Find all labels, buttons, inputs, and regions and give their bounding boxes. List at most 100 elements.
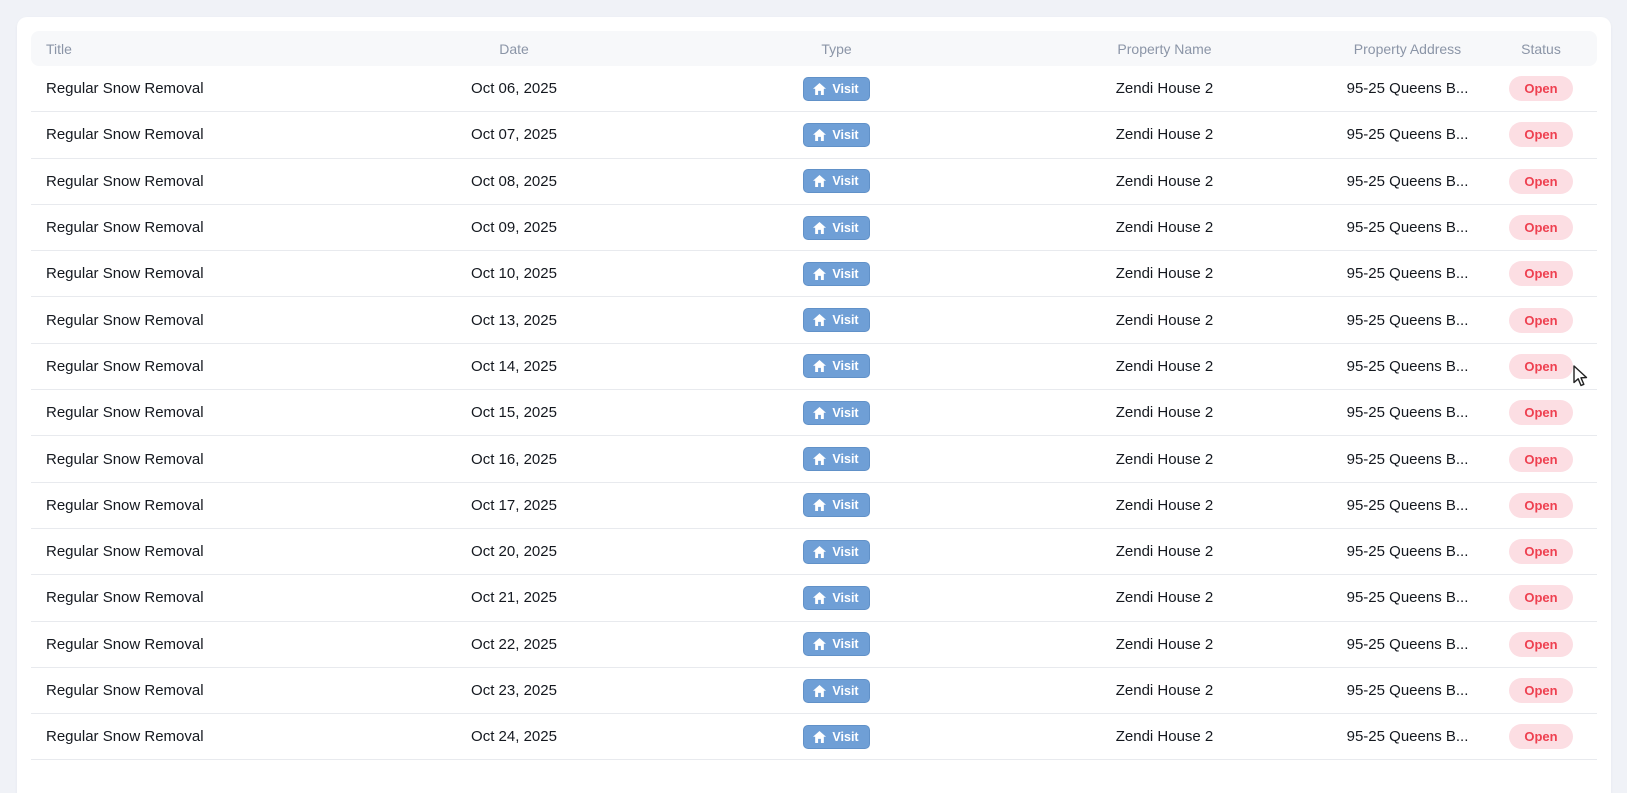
table-row[interactable]: Regular Snow Removal Oct 15, 2025 Visit …	[31, 390, 1597, 437]
cell-title: Regular Snow Removal	[46, 635, 204, 653]
cell-property-address: 95-25 Queens B...	[1346, 450, 1469, 468]
cell-date: Oct 09, 2025	[471, 219, 557, 237]
cell-title: Regular Snow Removal	[46, 728, 204, 746]
visits-table-card: Title Date Type Property Name Property A…	[17, 17, 1611, 793]
cell-property-name: Zendi House 2	[1115, 404, 1214, 422]
cell-property-name: Zendi House 2	[1115, 265, 1214, 283]
table-row[interactable]: Regular Snow Removal Oct 07, 2025 Visit …	[31, 112, 1597, 159]
cell-status: Open	[1485, 492, 1597, 518]
cell-status: Open	[1485, 353, 1597, 379]
page: Title Date Type Property Name Property A…	[0, 0, 1627, 793]
cell-property-name: Zendi House 2	[1115, 219, 1214, 237]
cell-property-name: Zendi House 2	[1115, 589, 1214, 607]
cell-type: Visit	[674, 539, 999, 564]
cell-property-name: Zendi House 2	[1115, 450, 1214, 468]
cell-property-address: 95-25 Queens B...	[1346, 357, 1469, 375]
table-row[interactable]: Regular Snow Removal Oct 06, 2025 Visit …	[31, 66, 1597, 113]
visit-badge-label: Visit	[832, 683, 859, 698]
cell-title: Regular Snow Removal	[46, 126, 204, 144]
visit-badge-label: Visit	[832, 266, 859, 281]
visit-type-badge: Visit	[803, 400, 870, 425]
cell-title: Regular Snow Removal	[46, 450, 204, 468]
cell-title: Regular Snow Removal	[46, 80, 204, 98]
cell-status: Open	[1485, 76, 1597, 102]
cell-type: Visit	[674, 400, 999, 425]
table-row[interactable]: Regular Snow Removal Oct 21, 2025 Visit …	[31, 575, 1597, 622]
visit-badge-label: Visit	[832, 637, 859, 652]
column-header-title: Title	[46, 40, 72, 57]
table-row[interactable]: Regular Snow Removal Oct 16, 2025 Visit …	[31, 436, 1597, 483]
cell-title: Regular Snow Removal	[46, 219, 204, 237]
home-icon	[813, 128, 827, 141]
table-row[interactable]: Regular Snow Removal Oct 13, 2025 Visit …	[31, 297, 1597, 344]
table-row[interactable]: Regular Snow Removal Oct 24, 2025 Visit …	[31, 714, 1597, 761]
cell-type: Visit	[674, 215, 999, 240]
cell-status: Open	[1485, 724, 1597, 750]
visit-type-badge: Visit	[803, 215, 870, 240]
table-row[interactable]: Regular Snow Removal Oct 20, 2025 Visit …	[31, 529, 1597, 576]
visit-type-badge: Visit	[803, 261, 870, 286]
column-header-status: Status	[1521, 40, 1561, 57]
home-icon	[813, 499, 827, 512]
status-badge: Open	[1509, 492, 1573, 518]
visit-type-badge: Visit	[803, 447, 870, 472]
table-row[interactable]: Regular Snow Removal Oct 10, 2025 Visit …	[31, 251, 1597, 298]
visit-type-badge: Visit	[803, 76, 870, 101]
home-icon	[813, 360, 827, 373]
table-row[interactable]: Regular Snow Removal Oct 09, 2025 Visit …	[31, 205, 1597, 252]
cell-date: Oct 06, 2025	[471, 80, 557, 98]
cell-property-name: Zendi House 2	[1115, 357, 1214, 375]
status-badge: Open	[1509, 446, 1573, 472]
table-row[interactable]: Regular Snow Removal Oct 23, 2025 Visit …	[31, 668, 1597, 715]
status-badge: Open	[1509, 724, 1573, 750]
cell-date: Oct 13, 2025	[471, 311, 557, 329]
cell-title: Regular Snow Removal	[46, 404, 204, 422]
column-header-property-name: Property Name	[1117, 40, 1212, 57]
visit-type-badge: Visit	[803, 354, 870, 379]
cell-status: Open	[1485, 539, 1597, 565]
status-badge: Open	[1509, 168, 1573, 194]
cell-property-name: Zendi House 2	[1115, 311, 1214, 329]
cell-title: Regular Snow Removal	[46, 543, 204, 561]
table-header-row: Title Date Type Property Name Property A…	[31, 31, 1597, 66]
cell-status: Open	[1485, 215, 1597, 241]
cell-status: Open	[1485, 585, 1597, 611]
visit-type-badge: Visit	[803, 678, 870, 703]
table-body: Regular Snow Removal Oct 06, 2025 Visit …	[31, 66, 1597, 761]
visit-type-badge: Visit	[803, 493, 870, 518]
cell-title: Regular Snow Removal	[46, 357, 204, 375]
cell-type: Visit	[674, 76, 999, 101]
cell-title: Regular Snow Removal	[46, 496, 204, 514]
status-badge: Open	[1509, 307, 1573, 333]
table-row[interactable]: Regular Snow Removal Oct 14, 2025 Visit …	[31, 344, 1597, 391]
cell-date: Oct 07, 2025	[471, 126, 557, 144]
column-header-property-address: Property Address	[1353, 40, 1462, 57]
status-badge: Open	[1509, 631, 1573, 657]
cell-property-address: 95-25 Queens B...	[1346, 682, 1469, 699]
cell-date: Oct 17, 2025	[471, 496, 557, 514]
cell-status: Open	[1485, 168, 1597, 194]
cell-property-address: 95-25 Queens B...	[1346, 404, 1469, 422]
home-icon	[813, 82, 827, 95]
visit-badge-label: Visit	[832, 81, 859, 96]
cell-property-address: 95-25 Queens B...	[1346, 265, 1469, 283]
visit-badge-label: Visit	[832, 127, 859, 142]
status-badge: Open	[1509, 400, 1573, 426]
cell-property-name: Zendi House 2	[1115, 728, 1214, 746]
cell-date: Oct 08, 2025	[471, 172, 557, 190]
visit-type-badge: Visit	[803, 308, 870, 333]
home-icon	[813, 406, 827, 419]
home-icon	[813, 730, 827, 743]
cell-property-address: 95-25 Queens B...	[1346, 172, 1469, 190]
table-row[interactable]: Regular Snow Removal Oct 08, 2025 Visit …	[31, 159, 1597, 205]
table-row[interactable]: Regular Snow Removal Oct 17, 2025 Visit …	[31, 483, 1597, 529]
table-row[interactable]: Regular Snow Removal Oct 22, 2025 Visit …	[31, 622, 1597, 668]
cell-property-name: Zendi House 2	[1115, 172, 1214, 190]
home-icon	[813, 638, 827, 651]
status-badge: Open	[1509, 678, 1573, 703]
visit-badge-label: Visit	[832, 590, 859, 605]
column-header-date: Date	[499, 40, 529, 57]
cell-property-name: Zendi House 2	[1115, 496, 1214, 514]
cell-property-address: 95-25 Queens B...	[1346, 126, 1469, 144]
cell-property-address: 95-25 Queens B...	[1346, 635, 1469, 653]
